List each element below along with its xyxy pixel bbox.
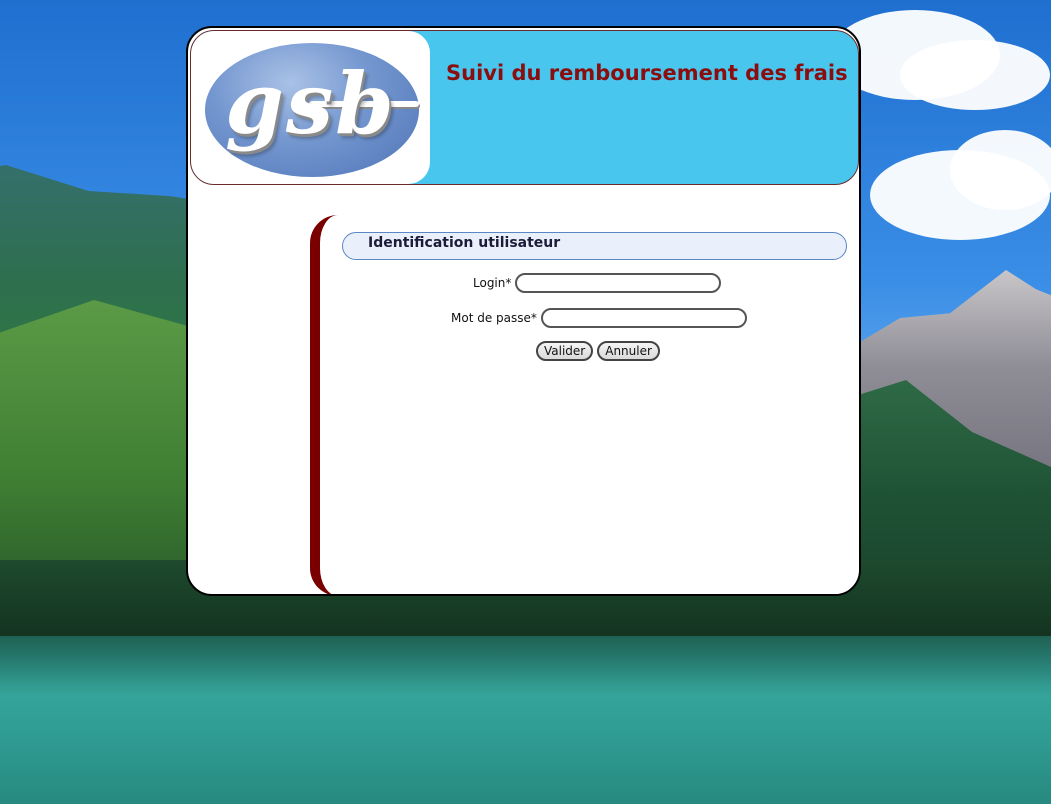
- login-label: Login*: [473, 276, 512, 290]
- login-row: Login*: [473, 273, 722, 293]
- content-panel: Identification utilisateur Login* Mot de…: [310, 215, 850, 594]
- password-input[interactable]: [540, 308, 747, 328]
- form-legend-title: Identification utilisateur: [368, 235, 561, 251]
- logo-text: gsb: [225, 54, 396, 153]
- lake-reflection: [0, 636, 1051, 696]
- login-input[interactable]: [515, 273, 722, 293]
- form-legend: Identification utilisateur: [342, 232, 847, 260]
- main-container: gsb Suivi du remboursement des frais Ide…: [186, 26, 861, 596]
- page-title: Suivi du remboursement des frais: [446, 61, 848, 85]
- password-row: Mot de passe*: [451, 308, 747, 328]
- cloud: [900, 40, 1050, 110]
- cancel-button[interactable]: Annuler: [597, 341, 660, 361]
- content-inner: Identification utilisateur Login* Mot de…: [324, 215, 850, 594]
- header: gsb Suivi du remboursement des frais: [190, 30, 859, 185]
- gsb-logo: gsb: [191, 31, 430, 184]
- password-label: Mot de passe*: [451, 311, 537, 325]
- submit-button[interactable]: Valider: [536, 341, 594, 361]
- form-buttons: Valider Annuler: [536, 341, 660, 361]
- cloud: [950, 130, 1051, 210]
